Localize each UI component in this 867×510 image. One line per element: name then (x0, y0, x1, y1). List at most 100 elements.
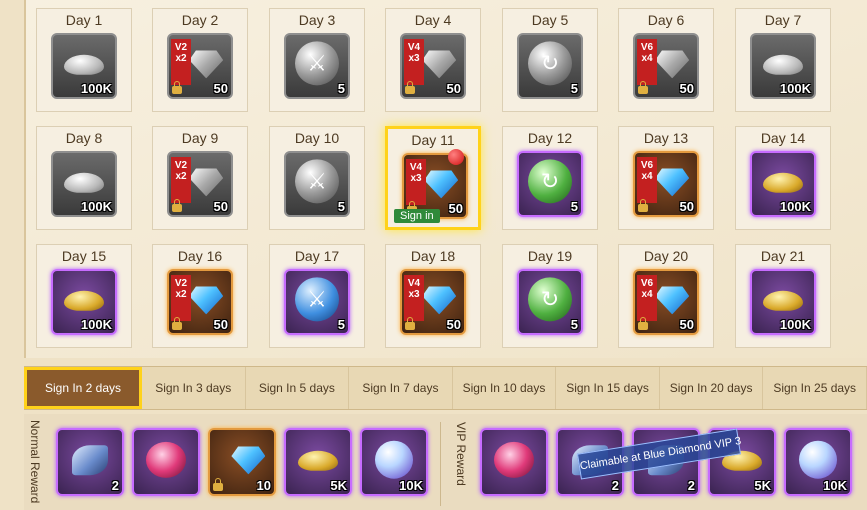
feather-icon (72, 445, 108, 476)
item-quantity: 50 (679, 199, 694, 214)
reward-icon[interactable]: ⚔ 5 (284, 151, 350, 217)
streak-tab[interactable]: Sign In 7 days (349, 367, 453, 409)
day-label: Day 2 (181, 12, 219, 28)
day-label: Day 12 (527, 130, 573, 146)
day-cell[interactable]: Day 17 ⚔ 5 (269, 244, 365, 348)
reward-icon[interactable]: V6 x4 50 (633, 269, 699, 335)
vip-ribbon: V6 x4 (637, 39, 657, 85)
sword-orb-icon: ⚔ (295, 277, 339, 322)
reward-icon[interactable]: ⚔ 5 (284, 33, 350, 99)
day-label: Day 8 (65, 130, 103, 146)
day-cell[interactable]: Day 10 ⚔ 5 (269, 126, 365, 230)
vip-reward-label: VIP Reward (454, 422, 468, 486)
reward-icon[interactable]: V2 x2 50 (167, 33, 233, 99)
sign-in-button[interactable]: Sign in (394, 209, 440, 223)
streak-tab[interactable]: Sign In 15 days (556, 367, 660, 409)
reward-slot[interactable]: 10K (784, 428, 852, 496)
vip-ribbon: V4 x3 (404, 39, 424, 85)
streak-tab[interactable]: Sign In 20 days (660, 367, 764, 409)
day-cell[interactable]: Day 21 100K (735, 244, 831, 348)
streak-tab[interactable]: Sign In 3 days (142, 367, 246, 409)
item-quantity: 50 (213, 199, 228, 214)
item-quantity: 2 (611, 478, 619, 493)
reward-icon[interactable]: ↻ 5 (517, 269, 583, 335)
streak-tab[interactable]: Sign In 5 days (246, 367, 350, 409)
day-cell[interactable]: Day 5 ↻ 5 (502, 8, 598, 112)
gold-ingot-icon (763, 290, 803, 311)
reward-slot[interactable]: 5K (284, 428, 352, 496)
reward-icon[interactable]: ⚔ 5 (284, 269, 350, 335)
reward-slot[interactable]: 2 (56, 428, 124, 496)
blue-diamond-icon (424, 170, 459, 199)
day-cell[interactable]: Day 16 V2 x2 50 (152, 244, 248, 348)
day-cell[interactable]: Day 12 ↻ 5 (502, 126, 598, 230)
reward-icon[interactable]: V4 x3 50 (400, 33, 466, 99)
reward-icon[interactable]: ↻ 5 (517, 151, 583, 217)
day-label: Day 18 (410, 248, 456, 264)
reward-slot[interactable]: 10 (208, 428, 276, 496)
streak-tab[interactable]: Sign In 25 days (763, 367, 867, 409)
silver-ingot-icon (763, 54, 803, 75)
reward-icon[interactable]: V6 x4 50 (633, 151, 699, 217)
day-cell[interactable]: Day 3 ⚔ 5 (269, 8, 365, 112)
normal-reward-label: Normal Reward (28, 420, 42, 504)
reward-icon[interactable]: ↻ 5 (517, 33, 583, 99)
item-quantity: 5 (570, 199, 578, 214)
swirl-orb-icon: ↻ (528, 159, 572, 204)
day-cell[interactable]: Day 2 V2 x2 50 (152, 8, 248, 112)
ribbon-multiplier: x2 (175, 171, 187, 182)
reward-slot[interactable] (480, 428, 548, 496)
day-cell[interactable]: Day 15 100K (36, 244, 132, 348)
item-quantity: 50 (679, 81, 694, 96)
ribbon-vip-level: V4 (407, 42, 421, 53)
blue-diamond-icon (655, 286, 690, 315)
reward-icon[interactable]: 100K (750, 151, 816, 217)
item-quantity: 10 (256, 478, 271, 493)
reward-icon[interactable]: 100K (750, 269, 816, 335)
day-cell[interactable]: Day 7 100K (735, 8, 831, 112)
reward-icon[interactable]: V2 x2 50 (167, 269, 233, 335)
day-label: Day 11 (411, 132, 455, 148)
sword-orb-icon: ⚔ (295, 41, 339, 86)
day-cell[interactable]: Day 11 V4 x3 50 Sign in (385, 126, 481, 230)
day-cell[interactable]: Day 8 100K (36, 126, 132, 230)
item-quantity: 5 (337, 199, 345, 214)
item-quantity: 100K (80, 81, 112, 96)
streak-tab[interactable]: Sign In 10 days (453, 367, 557, 409)
ribbon-multiplier: x4 (641, 53, 653, 64)
day-label: Day 20 (643, 248, 689, 264)
vip-ribbon: V4 x3 (404, 275, 424, 321)
vip-ribbon: V2 x2 (171, 157, 191, 203)
day-cell[interactable]: Day 4 V4 x3 50 (385, 8, 481, 112)
reward-slot[interactable] (132, 428, 200, 496)
reward-icon[interactable]: 100K (51, 269, 117, 335)
day-cell[interactable]: Day 1 100K (36, 8, 132, 112)
day-label: Day 4 (414, 12, 452, 28)
reward-icon[interactable]: V4 x3 50 (400, 269, 466, 335)
day-cell[interactable]: Day 13 V6 x4 50 (618, 126, 714, 230)
item-quantity: 5K (330, 478, 347, 493)
reward-slot[interactable]: 10K (360, 428, 428, 496)
reward-icon[interactable]: V6 x4 50 (633, 33, 699, 99)
day-cell[interactable]: Day 20 V6 x4 50 (618, 244, 714, 348)
day-cell[interactable]: Day 6 V6 x4 50 (618, 8, 714, 112)
ribbon-vip-level: V4 (407, 278, 421, 289)
day-cell[interactable]: Day 18 V4 x3 50 (385, 244, 481, 348)
reward-icon[interactable]: V2 x2 50 (167, 151, 233, 217)
reward-icon[interactable]: 100K (51, 151, 117, 217)
day-label: Day 15 (61, 248, 107, 264)
streak-tab[interactable]: Sign In 2 days (24, 367, 142, 409)
day-label: Day 21 (760, 248, 806, 264)
reward-icon[interactable]: 100K (750, 33, 816, 99)
day-cell[interactable]: Day 19 ↻ 5 (502, 244, 598, 348)
day-label: Day 13 (643, 130, 689, 146)
lock-icon (405, 317, 415, 330)
day-cell[interactable]: Day 9 V2 x2 50 (152, 126, 248, 230)
rewards-divider (440, 422, 441, 506)
item-quantity: 50 (213, 81, 228, 96)
day-cell[interactable]: Day 14 100K (735, 126, 831, 230)
vip-ribbon: V4 x3 (406, 159, 426, 205)
item-quantity: 5K (754, 478, 771, 493)
reward-icon[interactable]: 100K (51, 33, 117, 99)
lock-icon (638, 317, 648, 330)
